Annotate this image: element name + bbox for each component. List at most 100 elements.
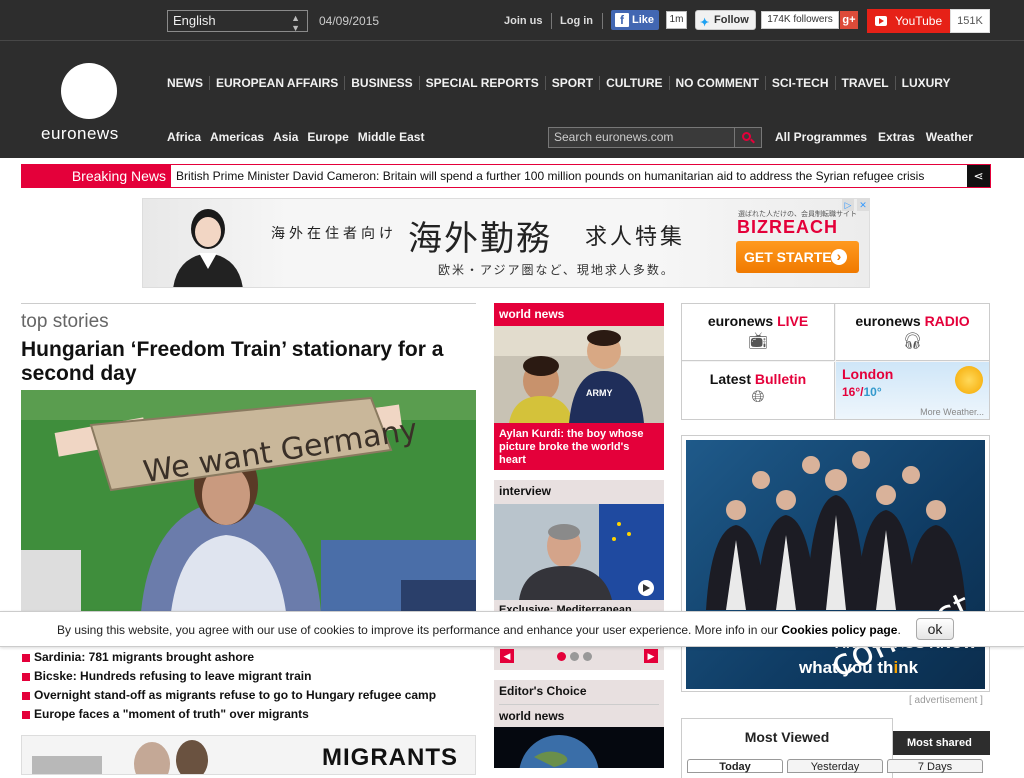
- nav-all-programmes[interactable]: All Programmes: [775, 130, 867, 144]
- nav-item-news[interactable]: NEWS: [167, 76, 209, 90]
- header-divider: [0, 40, 1024, 41]
- migrants-banner[interactable]: MIGRANTS: [21, 735, 476, 775]
- carousel-dot[interactable]: [583, 652, 592, 661]
- breaking-news-label: Breaking News: [22, 165, 171, 187]
- list-item[interactable]: Europe faces a "moment of truth" over mi…: [21, 707, 476, 726]
- hero-photo-illustration: We want Germany: [21, 390, 476, 612]
- live-word: LIVE: [777, 313, 809, 329]
- bulletin-word: Bulletin: [754, 371, 807, 387]
- list-item[interactable]: Bicske: Hundreds refusing to leave migra…: [21, 669, 476, 688]
- euronews-logo-icon[interactable]: [61, 63, 117, 119]
- nav-item-luxury[interactable]: LUXURY: [894, 76, 957, 90]
- region-middle-east[interactable]: Middle East: [358, 130, 425, 144]
- nav-weather[interactable]: Weather: [926, 130, 973, 144]
- search-input[interactable]: Search euronews.com: [548, 127, 735, 148]
- ad-woman-image: [173, 209, 243, 287]
- interview-image[interactable]: [494, 504, 664, 600]
- live-prefix: euronews: [707, 313, 778, 329]
- weather-city: London: [842, 366, 894, 382]
- carousel-prev-button[interactable]: ◀: [500, 649, 514, 663]
- google-plus-button[interactable]: g+: [840, 11, 858, 29]
- nav-item-culture[interactable]: CULTURE: [599, 76, 668, 90]
- nav-item-sport[interactable]: SPORT: [544, 76, 599, 90]
- region-americas[interactable]: Americas: [210, 130, 264, 144]
- ad-close-icon[interactable]: ✕: [857, 199, 869, 211]
- tab-yesterday[interactable]: Yesterday: [787, 759, 883, 773]
- site-header: English ▲ ▼ 04/09/2015 Join us Log in f Lik…: [0, 0, 1024, 158]
- bulletin-title: Latest Bulletin: [682, 371, 834, 387]
- logo-wordmark[interactable]: euronews: [41, 124, 119, 144]
- radio-word: RADIO: [924, 313, 970, 329]
- world-news-caption[interactable]: Aylan Kurdi: the boy whose picture broke…: [499, 428, 659, 467]
- search-button[interactable]: [735, 127, 762, 148]
- migrants-banner-image: [32, 740, 208, 774]
- editors-choice-subtitle: world news: [499, 709, 565, 723]
- ad-text-line-3: 求人特集: [585, 224, 686, 249]
- login-link[interactable]: Log in: [560, 15, 593, 27]
- radio-title: euronews RADIO: [836, 313, 989, 329]
- cookie-message-text: By using this website, you agree with ou…: [57, 623, 782, 637]
- carousel-dots: [557, 652, 592, 661]
- language-select[interactable]: English ▲ ▼: [167, 10, 308, 33]
- cookie-ok-button[interactable]: ok: [916, 618, 954, 640]
- live-services-box: euronews LIVE 📺︎ euronews RADIO 🎧︎ Lates…: [681, 303, 990, 420]
- globe-icon: 🌐︎: [751, 389, 765, 406]
- region-asia[interactable]: Asia: [273, 130, 298, 144]
- breaking-news-bar: Breaking News British Prime Minister Dav…: [21, 164, 991, 188]
- connect-advertisement[interactable]: connect AND LET US KNOW what you think: [681, 435, 990, 692]
- interview-photo: [494, 504, 664, 600]
- temp-low: 10°: [863, 385, 882, 399]
- latest-bulletin-button[interactable]: Latest Bulletin 🌐︎: [682, 362, 835, 419]
- join-us-link[interactable]: Join us: [504, 15, 543, 27]
- nav-item-travel[interactable]: TRAVEL: [834, 76, 895, 90]
- euronews-radio-button[interactable]: euronews RADIO 🎧︎: [836, 304, 989, 361]
- connect-line-2: what you think: [799, 658, 918, 678]
- editors-choice-image[interactable]: [494, 727, 664, 768]
- region-europe[interactable]: Europe: [307, 130, 348, 144]
- list-item[interactable]: Sardinia: 781 migrants brought ashore: [21, 650, 476, 669]
- world-news-box[interactable]: world news ARMY Aylan Kurdi: the boy who…: [494, 303, 664, 470]
- ad-get-started-button[interactable]: GET STARTED: [736, 241, 859, 273]
- nav-item-no-comment[interactable]: NO COMMENT: [668, 76, 765, 90]
- nav-item-business[interactable]: BUSINESS: [344, 76, 418, 90]
- top-story-image[interactable]: We want Germany: [21, 390, 476, 612]
- connect-line-2c: nk: [898, 658, 919, 677]
- nav-item-european-affairs[interactable]: EUROPEAN AFFAIRS: [209, 76, 344, 90]
- divider: [602, 13, 603, 29]
- list-item[interactable]: Overnight stand-off as migrants refuse t…: [21, 688, 476, 707]
- cookie-message-end: .: [897, 623, 901, 637]
- tab-today[interactable]: Today: [687, 759, 783, 773]
- top-story-headline[interactable]: Hungarian ‘Freedom Train’ stationary for…: [21, 338, 476, 386]
- tab-7-days[interactable]: 7 Days: [887, 759, 983, 773]
- region-navigation: Africa Americas Asia Europe Middle East: [167, 130, 433, 144]
- nav-item-special-reports[interactable]: SPECIAL REPORTS: [418, 76, 545, 90]
- facebook-like-button[interactable]: f Like: [611, 10, 659, 30]
- euronews-live-button[interactable]: euronews LIVE 📺︎: [682, 304, 835, 361]
- carousel-next-button[interactable]: ▶: [644, 649, 658, 663]
- bulletin-prefix: Latest: [709, 371, 755, 387]
- connect-ad-image: connect AND LET US KNOW what you think: [686, 440, 985, 689]
- share-icon[interactable]: ⋖: [967, 165, 990, 187]
- carousel-dot-active[interactable]: [557, 652, 566, 661]
- youtube-subscribe-button[interactable]: YouTube: [867, 9, 950, 33]
- breaking-news-text[interactable]: British Prime Minister David Cameron: Br…: [176, 165, 924, 187]
- ad-info-icon[interactable]: ▷: [842, 199, 854, 211]
- world-news-image[interactable]: ARMY: [494, 326, 664, 423]
- nav-extras[interactable]: Extras: [878, 130, 915, 144]
- world-news-title: world news: [499, 307, 565, 321]
- most-viewed-title: Most Viewed: [744, 729, 830, 745]
- more-weather-link[interactable]: More Weather...: [920, 407, 984, 417]
- region-africa[interactable]: Africa: [167, 130, 201, 144]
- most-shared-tab[interactable]: Most shared: [893, 731, 990, 755]
- advertisement-banner[interactable]: 海外在住者向け 海外勤務 求人特集 欧米・アジア圏など、現地求人多数。 選ばれた…: [142, 198, 870, 288]
- facebook-like-count: 1m: [666, 11, 687, 29]
- sun-cloud-icon: [955, 366, 983, 394]
- carousel-dot[interactable]: [570, 652, 579, 661]
- nav-item-sci-tech[interactable]: SCI-TECH: [764, 76, 835, 90]
- cookies-policy-link[interactable]: Cookies policy page: [781, 623, 897, 637]
- twitter-follow-button[interactable]: ✦ Follow: [695, 10, 756, 30]
- group-people-image: [706, 451, 966, 610]
- weather-widget[interactable]: London 16°/10° More Weather...: [836, 362, 989, 419]
- editors-choice-box[interactable]: Editor's Choice world news: [494, 680, 664, 768]
- temp-high: 16°: [842, 385, 861, 399]
